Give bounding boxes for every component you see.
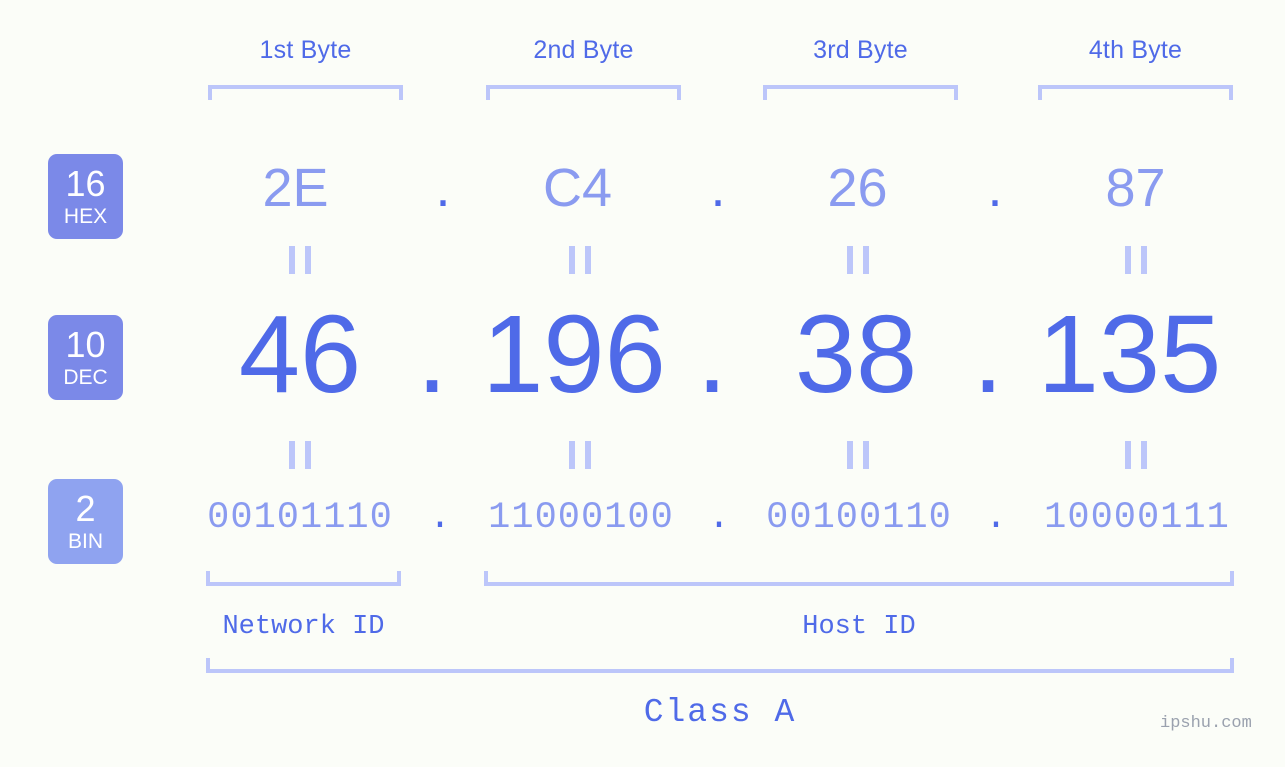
badge-bin-number: 2: [75, 488, 96, 529]
bin-separator-1: .: [428, 497, 452, 539]
badge-hex-name: HEX: [63, 205, 108, 228]
bin-octet-1: 00101110: [207, 497, 393, 539]
equals-mark-dec-bin-1: [289, 441, 311, 469]
dec-octet-4: 135: [1037, 293, 1222, 416]
badge-bin-name: BIN: [67, 530, 103, 553]
badge-dec: 10 DEC: [48, 315, 123, 400]
hex-separator-3: .: [987, 158, 1003, 218]
bin-octet-3: 00100110: [766, 497, 952, 539]
bin-separator-2: .: [707, 497, 731, 539]
hex-octet-2: C4: [542, 158, 613, 218]
hex-separator-1: .: [435, 158, 451, 218]
byte-header-4: 4th Byte: [1088, 36, 1183, 64]
equals-mark-hex-dec-4: [1125, 246, 1147, 274]
byte-bracket-2: [486, 85, 681, 100]
badge-dec-number: 10: [65, 324, 106, 365]
equals-mark-dec-bin-3: [847, 441, 869, 469]
equals-mark-hex-dec-1: [289, 246, 311, 274]
dec-octet-3: 38: [794, 293, 918, 416]
byte-bracket-4: [1038, 85, 1233, 100]
byte-bracket-3: [763, 85, 958, 100]
hex-separator-2: .: [710, 158, 726, 218]
equals-mark-dec-bin-2: [569, 441, 591, 469]
dec-separator-1: .: [416, 293, 448, 416]
equals-mark-hex-dec-3: [847, 246, 869, 274]
bin-octet-4: 10000111: [1044, 497, 1230, 539]
dec-octet-1: 46: [238, 293, 362, 416]
badge-hex: 16 HEX: [48, 154, 123, 239]
byte-header-1: 1st Byte: [259, 36, 352, 64]
network-id-label: Network ID: [222, 612, 385, 642]
host-id-bracket: [484, 571, 1234, 586]
class-label: Class A: [643, 694, 797, 731]
class-bracket: [206, 658, 1234, 673]
byte-header-2: 2nd Byte: [533, 36, 634, 64]
hex-octet-1: 2E: [262, 158, 329, 218]
badge-hex-number: 16: [65, 163, 106, 204]
badge-dec-name: DEC: [63, 366, 108, 389]
bin-octet-2: 11000100: [488, 497, 674, 539]
network-id-bracket: [206, 571, 401, 586]
equals-mark-dec-bin-4: [1125, 441, 1147, 469]
dec-separator-2: .: [696, 293, 728, 416]
dec-separator-3: .: [972, 293, 1004, 416]
byte-bracket-1: [208, 85, 403, 100]
equals-mark-hex-dec-2: [569, 246, 591, 274]
host-id-label: Host ID: [802, 612, 916, 642]
byte-header-3: 3rd Byte: [813, 36, 908, 64]
bin-separator-3: .: [984, 497, 1008, 539]
ip-breakdown-diagram: 1st Byte 2nd Byte 3rd Byte 4th Byte 16 H…: [0, 0, 1285, 767]
badge-bin: 2 BIN: [48, 479, 123, 564]
hex-octet-4: 87: [1105, 158, 1166, 218]
watermark: ipshu.com: [1160, 714, 1252, 733]
dec-octet-2: 196: [482, 293, 666, 416]
hex-octet-3: 26: [827, 158, 888, 218]
